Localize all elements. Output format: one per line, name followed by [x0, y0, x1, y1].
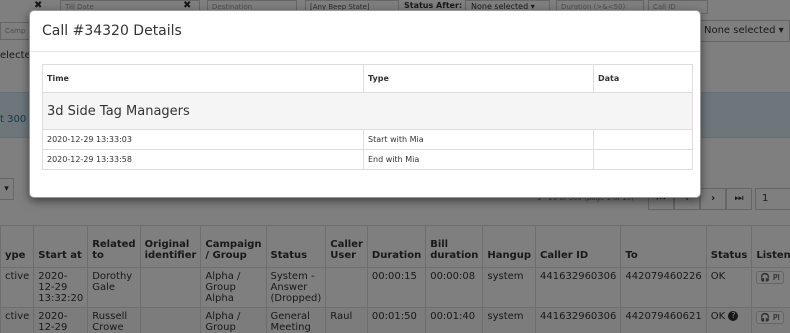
event-row: 2020-12-29 13:33:03 Start with Mia: [42, 129, 693, 150]
group-row: 3d Side Tag Managers: [42, 92, 693, 130]
group-label: 3d Side Tag Managers: [42, 92, 693, 130]
col-data: Data: [593, 64, 693, 93]
modal-body: Time Type Data 3d Side Tag Managers 2020…: [30, 52, 700, 170]
call-events-table: Time Type Data 3d Side Tag Managers 2020…: [42, 64, 693, 170]
modal-header: Call #34320 Details: [30, 11, 700, 52]
event-type: End with Mia: [363, 149, 594, 170]
event-data: [593, 129, 693, 150]
event-time: 2020-12-29 13:33:03: [42, 129, 364, 150]
call-details-modal: Call #34320 Details Time Type Data 3d Si…: [29, 10, 701, 198]
col-event-type: Type: [363, 64, 594, 93]
event-row: 2020-12-29 13:33:58 End with Mia: [42, 149, 693, 170]
modal-title: Call #34320 Details: [42, 23, 182, 39]
event-time: 2020-12-29 13:33:58: [42, 149, 364, 170]
col-time: Time: [42, 64, 364, 93]
event-data: [593, 149, 693, 170]
events-header-row: Time Type Data: [42, 64, 693, 93]
event-type: Start with Mia: [363, 129, 594, 150]
